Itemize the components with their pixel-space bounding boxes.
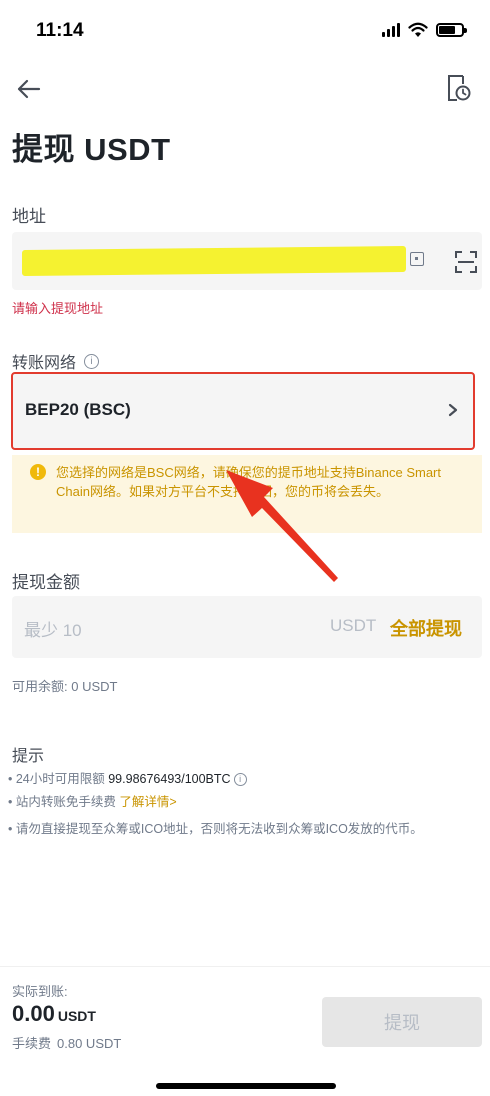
tip-internal: • 站内转账免手续费 了解详情> (8, 793, 478, 812)
amount-label: 提现金额 (12, 573, 80, 592)
paste-icon[interactable] (410, 252, 424, 266)
amount-unit: USDT (330, 616, 377, 635)
network-label: 转账网络 (12, 355, 77, 372)
tip-internal-label: • 站内转账免手续费 (8, 795, 120, 809)
address-error: 请输入提现地址 (12, 301, 104, 316)
amount-field[interactable]: 最少 10 USDT 全部提现 (12, 596, 482, 658)
amount-input[interactable]: 最少 10 (24, 616, 82, 641)
tip-limit: • 24小时可用限额 99.98676493/100BTC i (8, 770, 478, 789)
arrival-amount: 0.00 USDT (12, 1001, 96, 1027)
arrow-left-icon[interactable] (14, 74, 44, 104)
info-icon[interactable]: i (233, 773, 247, 787)
withdraw-all-button[interactable]: 全部提现 (390, 615, 462, 641)
network-value: BEP20 (BSC) (25, 400, 131, 419)
status-icons (382, 22, 467, 38)
submit-withdraw-button[interactable]: 提现 (322, 997, 482, 1047)
network-label-row: 转账网络 i (12, 349, 100, 373)
network-warning: ! 您选择的网络是BSC网络，请确保您的提币地址支持Binance Smart … (12, 455, 482, 533)
bottom-bar: 实际到账: 0.00 USDT 手续费 0.80 USDT 提现 (0, 966, 490, 1096)
tip-ico: • 请勿直接提现至众筹或ICO地址，否则将无法收到众筹或ICO发放的代币。 (8, 822, 423, 836)
signal-icon (382, 23, 400, 37)
home-indicator (156, 1083, 336, 1089)
wifi-icon (408, 22, 428, 37)
warning-text: 您选择的网络是BSC网络，请确保您的提币地址支持Binance Smart Ch… (56, 465, 441, 499)
address-input[interactable] (12, 232, 482, 290)
tip-limit-value: 99.98676493/100BTC (108, 772, 231, 786)
page-title: 提现 USDT (12, 132, 171, 167)
network-select[interactable]: BEP20 (BSC) (11, 372, 475, 450)
info-icon[interactable]: i (84, 353, 100, 369)
arrival-label: 实际到账: (12, 984, 68, 999)
history-icon[interactable] (444, 72, 472, 104)
tip-limit-label: • 24小时可用限额 (8, 772, 109, 786)
battery-icon (436, 23, 467, 37)
arrival-unit: USDT (57, 1008, 96, 1024)
learn-more-link[interactable]: 了解详情> (119, 795, 176, 809)
status-time: 11:14 (36, 20, 84, 41)
nav-bar (0, 70, 490, 110)
fee-row: 手续费 0.80 USDT (12, 1033, 121, 1052)
address-redaction (22, 245, 406, 277)
fee-label: 手续费 (12, 1036, 52, 1051)
scan-icon[interactable] (454, 250, 478, 274)
address-label: 地址 (12, 207, 46, 226)
fee-value: 0.80 USDT (57, 1036, 122, 1051)
status-bar: 11:14 (0, 0, 490, 64)
tips-title: 提示 (12, 748, 45, 765)
available-balance: 可用余额: 0 USDT (12, 679, 118, 694)
arrival-amount-value: 0.00 (12, 1001, 55, 1026)
chevron-right-icon (448, 403, 458, 417)
warning-icon: ! (30, 464, 46, 480)
